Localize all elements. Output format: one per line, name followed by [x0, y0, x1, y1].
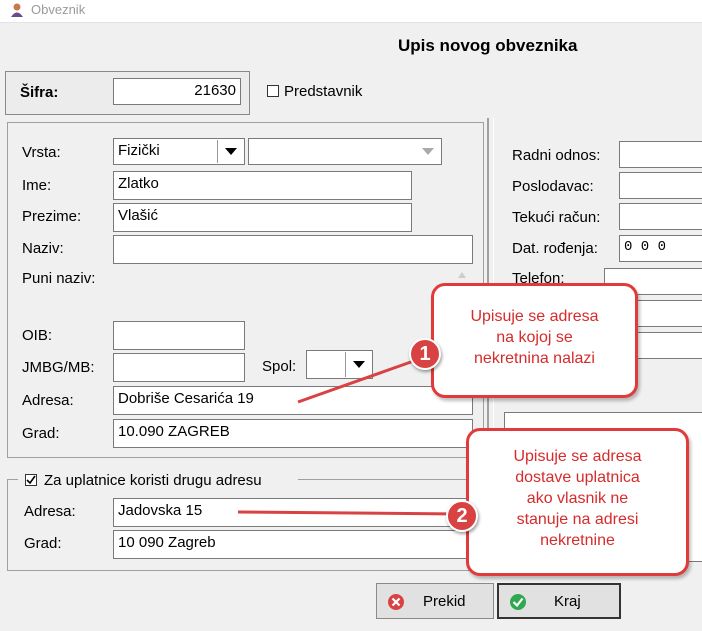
callout-2-line: nekretnine — [540, 532, 615, 549]
callout-1-badge: 1 — [409, 338, 441, 370]
callout-2: Upisuje se adresa dostave uplatnica ako … — [466, 428, 689, 576]
callout-1-line: nekretnina nalazi — [474, 350, 595, 367]
callout-2-line: ako vlasnik ne — [526, 490, 629, 507]
callout-2-badge: 2 — [446, 500, 478, 532]
callout-2-line: stanuje na adresi — [516, 511, 639, 528]
callout-1: Upisuje se adresa na kojoj se nekretnina… — [431, 283, 638, 398]
callout-2-line: Upisuje se adresa — [513, 448, 642, 465]
callout-1-line: Upisuje se adresa — [470, 308, 599, 325]
callout-1-line: na kojoj se — [496, 329, 573, 346]
callout-2-line: dostave uplatnica — [515, 469, 640, 486]
